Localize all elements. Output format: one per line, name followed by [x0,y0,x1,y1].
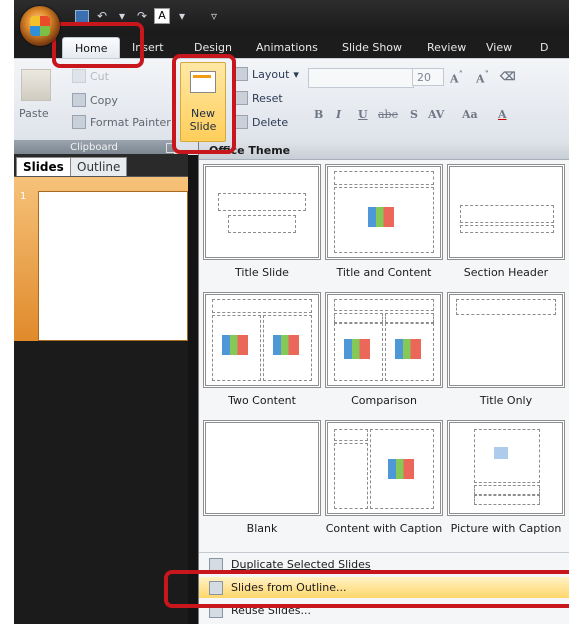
dropdown-arrow-icon[interactable]: ▾ [114,9,130,23]
copy-icon [72,93,86,107]
gallery-separator [199,552,569,553]
content-placeholder-icon [222,335,248,355]
save-icon[interactable] [74,9,90,23]
layout-caption: Section Header [463,266,549,279]
grow-font-icon[interactable]: A˄ [450,70,463,86]
layout-preview [325,292,443,388]
font-color-button[interactable]: A [498,108,507,121]
highlight-home-tab [52,22,144,68]
layout-content-with-caption[interactable]: Content with Caption [325,420,443,535]
content-placeholder-icon [368,207,394,227]
layout-button[interactable]: Layout ▾ [234,67,299,81]
delete-icon [234,115,248,129]
undo-icon[interactable]: ↶ [94,9,110,23]
clear-format-icon[interactable]: ⌫ [500,70,516,83]
character-spacing-button[interactable]: AV [428,108,444,121]
slide-number: 1 [20,191,27,202]
layout-caption: Blank [246,522,278,535]
highlight-slides-from-outline [164,570,569,608]
layout-caption: Comparison [351,394,417,407]
layout-title-slide[interactable]: Title Slide [203,164,321,279]
tab-outline[interactable]: Outline [70,157,128,176]
layout-preview [447,292,565,388]
italic-button[interactable]: I [336,108,341,121]
copy-label: Copy [90,93,118,107]
layout-preview [447,420,565,516]
layout-preview [203,292,321,388]
qat-font-button[interactable]: A [154,8,170,24]
layout-caption: Title Slide [235,266,289,279]
tab-developer[interactable]: D [540,39,548,57]
customize-qat-icon[interactable]: ▿ [206,9,222,23]
layout-blank[interactable]: Blank [203,420,321,535]
layout-preview [325,164,443,260]
layout-comparison[interactable]: Comparison [325,292,443,407]
layout-caption: Two Content [228,394,296,407]
underline-button[interactable]: U [358,108,368,121]
change-case-button[interactable]: Aa [462,108,478,121]
layout-preview [203,164,321,260]
powerpoint-window: ↶ ▾ ↷ A ▾ ▿ Home Insert Design Animation… [14,0,569,624]
gallery-header: Office Theme [199,142,569,160]
cut-button[interactable]: Cut [72,69,109,83]
layout-label: Layout [252,67,290,81]
cut-label: Cut [90,69,109,83]
strikethrough-button[interactable]: abe [378,108,398,121]
format-painter-label: Format Painter [90,115,171,129]
tab-slide-show[interactable]: Slide Show [342,39,402,57]
layout-two-content[interactable]: Two Content [203,292,321,407]
office-button[interactable] [20,6,60,46]
paste-icon[interactable] [21,69,51,101]
content-placeholder-icon [344,339,370,359]
new-slide-gallery: Office Theme Title Slide Title and Conte… [198,142,569,624]
tab-animations[interactable]: Animations [256,39,318,57]
layout-picture-with-caption[interactable]: Picture with Caption [447,420,565,535]
chevron-down-icon: ▾ [293,67,299,81]
picture-placeholder-icon [494,447,508,459]
layout-section-header[interactable]: Section Header [447,164,565,279]
redo-icon[interactable]: ↷ [134,9,150,23]
pane-tab-row: Slides Outline [14,154,188,177]
layout-title-only[interactable]: Title Only [447,292,565,407]
reset-icon [234,91,248,105]
tab-review[interactable]: Review [427,39,466,57]
bold-button[interactable]: B [314,108,323,121]
layout-preview [325,420,443,516]
office-logo-icon [30,16,50,36]
reset-label: Reset [252,91,283,105]
layout-caption: Content with Caption [325,522,443,535]
delete-label: Delete [252,115,289,129]
content-placeholder-icon [388,459,414,479]
slide-thumbnail[interactable] [38,191,188,341]
clipboard-group-label: Clipboard [14,140,174,155]
layout-icon [234,67,248,81]
layout-caption: Title and Content [336,266,432,279]
text-shadow-button[interactable]: S [410,108,418,121]
layout-caption: Picture with Caption [450,522,562,535]
layout-title-and-content[interactable]: Title and Content [325,164,443,279]
tab-view[interactable]: View [486,39,512,57]
content-placeholder-icon [395,339,421,359]
reset-button[interactable]: Reset [234,91,283,105]
paintbrush-icon [72,115,86,129]
highlight-new-slide [172,54,236,154]
scissors-icon [72,69,86,83]
format-painter-button[interactable]: Format Painter [72,115,171,129]
delete-button[interactable]: Delete [234,115,288,129]
layout-caption: Title Only [479,394,533,407]
chevron-down-icon[interactable]: ▾ [174,9,190,23]
paste-button[interactable]: Paste [19,107,49,120]
font-size-select[interactable]: 20 [412,68,444,86]
shrink-font-icon[interactable]: A˅ [476,70,489,86]
tab-slides[interactable]: Slides [16,157,71,176]
slide-thumbnail-row[interactable]: 1 [14,177,188,341]
content-placeholder-icon [273,335,299,355]
copy-button[interactable]: Copy [72,93,118,107]
layout-preview [203,420,321,516]
layout-preview [447,164,565,260]
font-name-select[interactable] [308,68,414,88]
